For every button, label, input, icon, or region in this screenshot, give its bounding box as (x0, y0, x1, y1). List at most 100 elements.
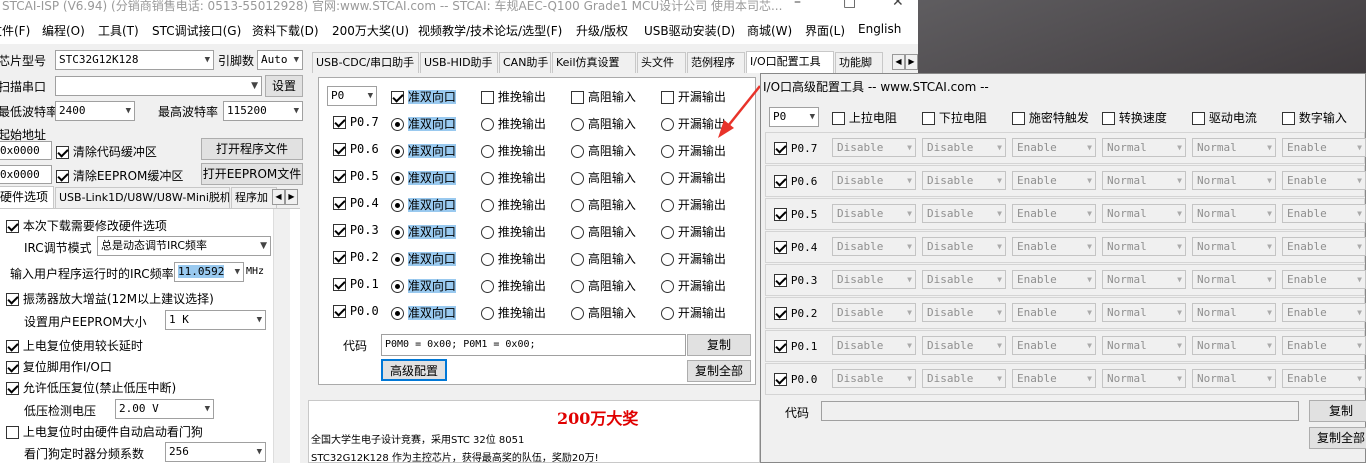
pullup-select[interactable]: Disable ▼ (832, 171, 916, 190)
mode-bidirectional[interactable]: 准双向口 (391, 115, 456, 132)
settings-button[interactable]: 设置 (265, 75, 303, 97)
header-slew-rate[interactable]: 转换速度 (1102, 109, 1167, 126)
irc-mode-select[interactable]: 总是动态调节IRC频率 ▼ (97, 236, 271, 256)
header-schmitt[interactable]: 施密特触发 (1012, 109, 1089, 126)
copy-button[interactable]: 复制 (687, 334, 751, 356)
mode-bidirectional[interactable]: 准双向口 (391, 250, 456, 267)
close-button[interactable]: ✕ (892, 0, 904, 10)
drive-current-select[interactable]: Normal ▼ (1192, 138, 1276, 157)
tab-usb-cdc[interactable]: USB-CDC/串口助手 (312, 52, 419, 73)
pulldown-select[interactable]: Disable ▼ (922, 336, 1006, 355)
mode-bidirectional[interactable]: 准双向口 (391, 142, 456, 159)
digital-input-select[interactable]: Enable ▼ (1282, 303, 1366, 322)
code-output[interactable]: P0M0 = 0x00; P0M1 = 0x00; (381, 334, 686, 356)
chip-select[interactable]: STC32G12K128 ▼ (55, 50, 214, 70)
maximize-button[interactable]: □ (843, 0, 856, 10)
mode-highz[interactable]: 高阻输入 (571, 142, 636, 159)
tab-examples[interactable]: 范例程序 (687, 52, 745, 73)
header-digital-input[interactable]: 数字输入 (1282, 109, 1347, 126)
menu-usb-driver[interactable]: USB驱动安装(D) (644, 22, 735, 39)
mode-opendrain[interactable]: 开漏输出 (661, 277, 726, 294)
digital-input-select[interactable]: Enable ▼ (1282, 369, 1366, 388)
mode-pushpull[interactable]: 推挽输出 (481, 277, 546, 294)
menu-shop[interactable]: 商城(W) (747, 22, 792, 39)
option-por-delay[interactable]: 上电复位使用较长延时 (6, 337, 143, 354)
pulldown-select[interactable]: Disable ▼ (922, 270, 1006, 289)
mode-opendrain[interactable]: 开漏输出 (661, 304, 726, 321)
lvd-voltage-select[interactable]: 2.00 V ▼ (115, 399, 214, 419)
option-lvd-reset[interactable]: 允许低压复位(禁止低压中断) (6, 379, 176, 396)
eeprom-address-input[interactable]: 0x0000 (0, 165, 52, 184)
tab-scroll-arrows[interactable]: ◀ ▶ (892, 54, 918, 70)
pullup-select[interactable]: Disable ▼ (832, 270, 916, 289)
mode-highz[interactable]: 高阻输入 (571, 250, 636, 267)
open-eeprom-button[interactable]: 打开EEPROM文件 (201, 163, 303, 185)
eeprom-size-select[interactable]: 1 K ▼ (165, 310, 266, 330)
pullup-select[interactable]: Disable ▼ (832, 204, 916, 223)
drive-current-select[interactable]: Normal ▼ (1192, 303, 1276, 322)
minimize-button[interactable]: – (794, 0, 801, 10)
wdt-div-select[interactable]: 256 ▼ (165, 442, 266, 462)
slew-rate-select[interactable]: Normal ▼ (1102, 303, 1186, 322)
schmitt-select[interactable]: Enable ▼ (1012, 303, 1096, 322)
adv-pin-enable[interactable]: P0.6 (774, 174, 817, 188)
port-select[interactable]: P0 ▼ (327, 86, 377, 106)
pullup-select[interactable]: Disable ▼ (832, 237, 916, 256)
tab-io-config[interactable]: I/O口配置工具 (746, 51, 834, 73)
mode-bidirectional[interactable]: 准双向口 (391, 223, 456, 240)
header-drive-current[interactable]: 驱动电流 (1192, 109, 1257, 126)
adv-pin-enable[interactable]: P0.3 (774, 273, 817, 287)
mode-pushpull[interactable]: 推挽输出 (481, 250, 546, 267)
pullup-select[interactable]: Disable ▼ (832, 303, 916, 322)
mode-pushpull[interactable]: 推挽输出 (481, 142, 546, 159)
header-pulldown[interactable]: 下拉电阻 (922, 109, 987, 126)
digital-input-select[interactable]: Enable ▼ (1282, 336, 1366, 355)
all-mode-highz[interactable]: 高阻输入 (571, 88, 636, 105)
header-pullup[interactable]: 上拉电阻 (832, 109, 897, 126)
option-reset-pin-io[interactable]: 复位脚用作I/O口 (6, 358, 112, 375)
digital-input-select[interactable]: Enable ▼ (1282, 138, 1366, 157)
pulldown-select[interactable]: Disable ▼ (922, 204, 1006, 223)
pin-enable[interactable]: P0.2 (333, 250, 379, 264)
menu-tools[interactable]: 工具(T) (98, 22, 139, 39)
pulldown-select[interactable]: Disable ▼ (922, 171, 1006, 190)
mode-bidirectional[interactable]: 准双向口 (391, 304, 456, 321)
digital-input-select[interactable]: Enable ▼ (1282, 171, 1366, 190)
mode-pushpull[interactable]: 推挽输出 (481, 115, 546, 132)
schmitt-select[interactable]: Enable ▼ (1012, 171, 1096, 190)
adv-code-output[interactable] (821, 401, 1299, 421)
pin-enable[interactable]: P0.3 (333, 223, 379, 237)
adv-pin-enable[interactable]: P0.7 (774, 141, 817, 155)
drive-current-select[interactable]: Normal ▼ (1192, 336, 1276, 355)
irc-freq-select[interactable]: 11.0592 ▼ (174, 262, 244, 282)
tab-scroll-arrows[interactable]: ◀ ▶ (272, 189, 298, 205)
pulldown-select[interactable]: Disable ▼ (922, 303, 1006, 322)
mode-highz[interactable]: 高阻输入 (571, 196, 636, 213)
slew-rate-select[interactable]: Normal ▼ (1102, 138, 1186, 157)
mode-opendrain[interactable]: 开漏输出 (661, 169, 726, 186)
tab-keil[interactable]: Keil仿真设置 (552, 52, 636, 73)
schmitt-select[interactable]: Enable ▼ (1012, 138, 1096, 157)
mode-bidirectional[interactable]: 准双向口 (391, 196, 456, 213)
schmitt-select[interactable]: Enable ▼ (1012, 270, 1096, 289)
adv-pin-enable[interactable]: P0.0 (774, 372, 817, 386)
slew-rate-select[interactable]: Normal ▼ (1102, 336, 1186, 355)
menu-interface[interactable]: 界面(L) (805, 22, 845, 39)
drive-current-select[interactable]: Normal ▼ (1192, 204, 1276, 223)
all-mode-bidirectional[interactable]: 准双向口 (391, 88, 456, 105)
tab-usb-hid[interactable]: USB-HID助手 (420, 52, 498, 73)
adv-pin-enable[interactable]: P0.1 (774, 339, 817, 353)
pulldown-select[interactable]: Disable ▼ (922, 138, 1006, 157)
pulldown-select[interactable]: Disable ▼ (922, 369, 1006, 388)
advanced-config-button[interactable]: 高级配置 (381, 359, 447, 381)
menu-file[interactable]: 文件(F) (0, 22, 30, 39)
drive-current-select[interactable]: Normal ▼ (1192, 270, 1276, 289)
min-baud-select[interactable]: 2400 ▼ (55, 101, 135, 121)
schmitt-select[interactable]: Enable ▼ (1012, 237, 1096, 256)
pin-enable[interactable]: P0.7 (333, 115, 379, 129)
clear-eeprom-option[interactable]: 清除EEPROM缓冲区 (56, 167, 183, 184)
drive-current-select[interactable]: Normal ▼ (1192, 369, 1276, 388)
drive-current-select[interactable]: Normal ▼ (1192, 171, 1276, 190)
tab-header-file[interactable]: 头文件 (637, 52, 686, 73)
options-scrollbar[interactable] (273, 209, 290, 463)
